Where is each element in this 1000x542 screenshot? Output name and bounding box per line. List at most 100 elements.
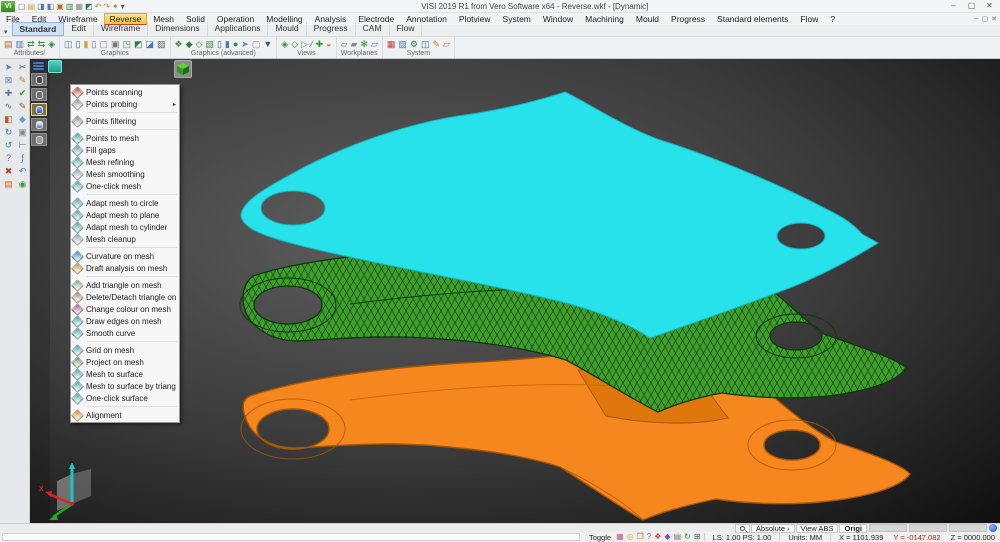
toolbar-chevron-icon[interactable]: ▾ (0, 28, 12, 36)
tab-applications[interactable]: Applications (208, 22, 269, 36)
globe-icon[interactable] (989, 524, 997, 532)
filter-mixed-body[interactable] (31, 118, 47, 131)
snap-object-icon[interactable]: ❒ (637, 532, 644, 542)
paint-icon[interactable]: ◧ (2, 113, 15, 125)
highlight-icon[interactable]: ● (233, 38, 238, 50)
section-view-icon[interactable]: ▯ (217, 38, 222, 50)
tab-edit[interactable]: Edit (64, 22, 94, 36)
snap-grid-icon[interactable]: ▦ (616, 532, 624, 542)
pen-curve-icon[interactable]: ✎ (16, 100, 29, 112)
print-icon[interactable]: ▦ (75, 1, 83, 12)
menu-item-adapt-mesh-to-cylinder[interactable]: Adapt mesh to cylinder (71, 221, 179, 233)
help-icon[interactable]: ? (2, 152, 15, 164)
dynamic-render-icon[interactable]: ▣ (111, 38, 120, 50)
named-view-icon[interactable]: ◒ (326, 38, 331, 50)
swap-colour-icon[interactable]: ⇄ (27, 38, 35, 50)
mdi-close-button[interactable]: ✕ (991, 15, 997, 23)
recycle-icon[interactable]: ↻ (2, 126, 15, 138)
redo-icon[interactable]: ↷ (103, 1, 110, 12)
material-icon[interactable]: ◩ (134, 38, 143, 50)
transfer-icon[interactable]: ⇆ (38, 38, 46, 50)
export-icon[interactable]: ▥ (66, 1, 74, 12)
close-button[interactable]: ✕ (981, 1, 998, 12)
surface-icon[interactable]: ◆ (16, 113, 29, 125)
menu-item-draft-analysis-on-mesh[interactable]: Draft analysis on mesh (71, 262, 179, 274)
menu-[interactable]: ? (824, 13, 841, 26)
status-field-3[interactable] (949, 524, 987, 532)
rotate-icon[interactable]: ↺ (2, 139, 15, 151)
filter-empty-body[interactable] (31, 88, 47, 101)
box-icon[interactable]: ▣ (16, 126, 29, 138)
filter-all-bodies[interactable] (31, 73, 47, 86)
status-field-2[interactable] (909, 524, 947, 532)
tab-progress[interactable]: Progress (307, 22, 356, 36)
workplane-list-icon[interactable]: ▱ (371, 38, 378, 50)
zoom-all-icon[interactable]: ❖ (175, 38, 183, 50)
analysis-view-icon[interactable]: ▮ (225, 38, 230, 50)
workplane-rotate-icon[interactable]: ✻ (360, 38, 368, 50)
iso-view-icon[interactable]: ◈ (281, 38, 288, 50)
style-icon[interactable]: ◈ (48, 38, 55, 50)
menu-item-delete-detach-triangle-on-mesh[interactable]: Delete/Detach triangle on mesh (71, 291, 179, 303)
plane-tool-icon[interactable]: ▱ (443, 38, 450, 50)
menu-item-points-to-mesh[interactable]: Points to mesh (71, 132, 179, 144)
command-input-field[interactable] (2, 533, 580, 541)
menu-item-add-triangle-on-mesh[interactable]: Add triangle on mesh (71, 279, 179, 291)
menu-standard-elements[interactable]: Standard elements (711, 13, 794, 26)
refresh-icon[interactable]: ↻ (684, 532, 691, 542)
filter-hidden-body[interactable] (31, 133, 47, 146)
toggle-label[interactable]: Toggle (584, 533, 616, 542)
spline-icon[interactable]: ∫ (16, 152, 29, 164)
window-layout-icon[interactable]: ◫ (421, 38, 430, 50)
menu-item-change-colour-on-mesh[interactable]: Change colour on mesh (71, 303, 179, 315)
ghost-icon[interactable]: ▢ (252, 38, 261, 50)
menu-mould[interactable]: Mould (630, 13, 665, 26)
transform-icon[interactable]: ✚ (2, 87, 15, 99)
filter-menu-handle[interactable] (31, 61, 46, 71)
new-file-icon[interactable]: ▢ (18, 1, 26, 12)
trim-icon[interactable]: ✂ (16, 61, 29, 73)
menu-item-adapt-mesh-to-plane[interactable]: Adapt mesh to plane (71, 209, 179, 221)
clip-plane-icon[interactable]: ▧ (205, 38, 214, 50)
open-file-icon[interactable]: ▤ (28, 1, 36, 12)
menu-item-curvature-on-mesh[interactable]: Curvature on mesh (71, 250, 179, 262)
tab-mould[interactable]: Mould (268, 22, 306, 36)
view-abs-button[interactable]: View ABS (796, 524, 839, 533)
status-field-1[interactable] (869, 524, 907, 532)
menu-item-fill-gaps[interactable]: Fill gaps (71, 144, 179, 156)
snap-mixed-icon[interactable]: ❖ (654, 532, 661, 542)
tab-standard[interactable]: Standard (12, 22, 65, 36)
menu-item-one-click-surface[interactable]: One-click surface (71, 392, 179, 404)
colour-table-icon[interactable]: ▦ (387, 38, 396, 50)
render-scene-icon[interactable]: ◳ (122, 38, 131, 50)
dimension-icon[interactable]: ⊢ (16, 139, 29, 151)
options-icon[interactable]: ✦ (112, 1, 119, 12)
menu-plotview[interactable]: Plotview (453, 13, 497, 26)
menu-item-one-click-mesh[interactable]: One-click mesh (71, 180, 179, 192)
layers-icon[interactable]: ▥ (16, 38, 25, 50)
hidden-line-icon[interactable]: ▯ (91, 38, 96, 50)
lighting-icon[interactable]: ◪ (145, 38, 154, 50)
shadow-icon[interactable]: ▨ (157, 38, 166, 50)
shaded-edges-icon[interactable]: ▮ (84, 38, 89, 50)
menu-item-mesh-smoothing[interactable]: Mesh smoothing (71, 168, 179, 180)
undo-icon[interactable]: ↶ (95, 1, 102, 12)
select-icon[interactable]: ➤ (2, 61, 15, 73)
menu-system[interactable]: System (497, 13, 537, 26)
curve-icon[interactable]: ∿ (2, 100, 15, 112)
hatch-icon[interactable]: ▤ (2, 178, 15, 190)
view-mode-button[interactable] (48, 60, 62, 73)
menu-progress[interactable]: Progress (665, 13, 711, 26)
tab-flow[interactable]: Flow (390, 22, 423, 36)
grid-icon[interactable]: ⊞ (694, 532, 701, 542)
list-icon[interactable]: ▤ (674, 532, 682, 542)
menu-item-adapt-mesh-to-circle[interactable]: Adapt mesh to circle (71, 197, 179, 209)
menu-item-mesh-to-surface[interactable]: Mesh to surface (71, 368, 179, 380)
tab-wireframe[interactable]: Wireframe (94, 22, 148, 36)
sketch-icon[interactable]: ✎ (16, 74, 29, 86)
menu-item-smooth-curve[interactable]: Smooth curve (71, 327, 179, 339)
menu-item-mesh-refining[interactable]: Mesh refining (71, 156, 179, 168)
undo-arrow-icon[interactable]: ↶ (16, 165, 29, 177)
shaded-view-icon[interactable]: ◫ (64, 38, 73, 50)
query-icon[interactable]: ? (647, 532, 651, 542)
